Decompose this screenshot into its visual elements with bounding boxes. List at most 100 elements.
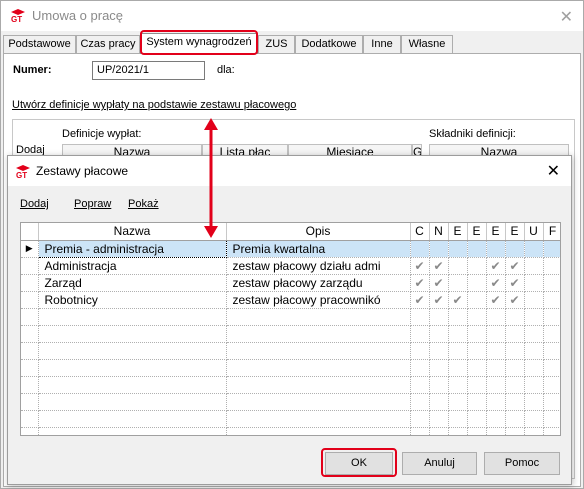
empty-cell: [21, 376, 39, 394]
check-icon[interactable]: ✔: [410, 274, 430, 292]
check-cell[interactable]: [429, 240, 449, 258]
cell-opis[interactable]: Premia kwartalna: [226, 240, 411, 258]
empty-cell: [505, 308, 525, 326]
empty-row: [21, 359, 560, 377]
empty-cell: [21, 359, 39, 377]
check-cell[interactable]: [543, 274, 560, 292]
check-icon[interactable]: ✔: [448, 291, 468, 309]
check-icon[interactable]: ✔: [486, 257, 506, 275]
pomoc-button[interactable]: Pomoc: [484, 452, 560, 475]
empty-cell: [486, 308, 506, 326]
col-f[interactable]: F: [543, 223, 560, 241]
tab-inne[interactable]: Inne: [363, 35, 401, 53]
empty-cell: [486, 410, 506, 428]
empty-row: [21, 410, 560, 428]
check-cell[interactable]: [467, 291, 487, 309]
empty-cell: [429, 359, 449, 377]
popraw-link[interactable]: Popraw: [74, 198, 111, 210]
empty-cell: [543, 410, 560, 428]
check-cell[interactable]: [524, 291, 544, 309]
check-icon[interactable]: ✔: [429, 274, 449, 292]
check-cell[interactable]: [524, 240, 544, 258]
check-icon[interactable]: ✔: [410, 257, 430, 275]
close-icon[interactable]: ✕: [547, 161, 560, 181]
table-row[interactable]: ▶ Premia - administracja Premia kwartalna: [21, 239, 560, 258]
empty-cell: [21, 325, 39, 343]
cell-nazwa[interactable]: Robotnicy: [38, 291, 227, 309]
check-cell[interactable]: [448, 274, 468, 292]
tab-podstawowe[interactable]: Podstawowe: [3, 35, 76, 53]
empty-row: [21, 342, 560, 360]
empty-cell: [226, 427, 411, 435]
tab-dodatkowe[interactable]: Dodatkowe: [295, 35, 363, 53]
check-cell[interactable]: [410, 240, 430, 258]
tab-wlasne[interactable]: Własne: [401, 35, 453, 53]
check-icon[interactable]: ✔: [505, 274, 525, 292]
create-definitions-link[interactable]: Utwórz definicje wypłaty na podstawie ze…: [12, 99, 296, 111]
col-n[interactable]: N: [429, 223, 449, 241]
close-icon[interactable]: ✕: [560, 7, 573, 27]
col-u[interactable]: U: [524, 223, 544, 241]
check-icon[interactable]: ✔: [505, 291, 525, 309]
table-row[interactable]: Administracja zestaw płacowy działu admi ✔…: [21, 257, 560, 275]
check-cell[interactable]: [524, 274, 544, 292]
anuluj-button[interactable]: Anuluj: [402, 452, 477, 475]
dla-label: dla:: [217, 64, 235, 76]
check-icon[interactable]: ✔: [429, 291, 449, 309]
check-cell[interactable]: [448, 240, 468, 258]
col-e2[interactable]: E: [467, 223, 487, 241]
check-icon[interactable]: ✔: [429, 257, 449, 275]
check-icon[interactable]: ✔: [486, 274, 506, 292]
numer-field[interactable]: UP/2021/1: [92, 61, 205, 80]
table-row[interactable]: Robotnicy zestaw płacowy pracownikó ✔ ✔ ✔ ✔ ✔: [21, 291, 560, 309]
cell-opis[interactable]: zestaw płacowy pracownikó: [226, 291, 411, 309]
check-cell[interactable]: [448, 257, 468, 275]
col-c[interactable]: C: [410, 223, 430, 241]
empty-cell: [410, 325, 430, 343]
cell-opis[interactable]: zestaw płacowy zarządu: [226, 274, 411, 292]
cell-opis[interactable]: zestaw płacowy działu admi: [226, 257, 411, 275]
check-cell[interactable]: [505, 240, 525, 258]
empty-cell: [524, 393, 544, 411]
empty-cell: [429, 342, 449, 360]
cell-nazwa[interactable]: Premia - administracja: [37, 239, 227, 258]
check-icon[interactable]: ✔: [486, 291, 506, 309]
check-cell[interactable]: [467, 240, 487, 258]
check-icon[interactable]: ✔: [410, 291, 430, 309]
check-cell[interactable]: [543, 240, 560, 258]
cell-nazwa[interactable]: Administracja: [38, 257, 227, 275]
empty-cell: [524, 359, 544, 377]
col-e3[interactable]: E: [486, 223, 506, 241]
empty-cell: [486, 342, 506, 360]
check-icon[interactable]: ✔: [505, 257, 525, 275]
check-cell[interactable]: [524, 257, 544, 275]
tab-czas-pracy[interactable]: Czas pracy: [76, 35, 140, 53]
tab-zus[interactable]: ZUS: [258, 35, 295, 53]
check-cell[interactable]: [543, 257, 560, 275]
col-opis[interactable]: Opis: [226, 223, 411, 241]
empty-cell: [486, 427, 506, 435]
check-cell[interactable]: [543, 291, 560, 309]
cell-nazwa[interactable]: Zarząd: [38, 274, 227, 292]
check-cell[interactable]: [467, 274, 487, 292]
empty-cell: [486, 359, 506, 377]
check-cell[interactable]: [486, 240, 506, 258]
pokaz-link[interactable]: Pokaż: [128, 198, 159, 210]
col-e1[interactable]: E: [448, 223, 468, 241]
empty-cell: [21, 427, 39, 435]
empty-cell: [543, 325, 560, 343]
empty-cell: [21, 308, 39, 326]
empty-cell: [410, 376, 430, 394]
empty-cell: [429, 427, 449, 435]
table-row[interactable]: Zarząd zestaw płacowy zarządu ✔ ✔ ✔ ✔: [21, 274, 560, 292]
empty-cell: [524, 410, 544, 428]
col-e4[interactable]: E: [505, 223, 525, 241]
col-nazwa[interactable]: Nazwa: [38, 223, 227, 241]
check-cell[interactable]: [467, 257, 487, 275]
empty-cell: [448, 342, 468, 360]
numer-label: Numer:: [13, 64, 52, 76]
empty-row: [21, 427, 560, 435]
empty-cell: [524, 342, 544, 360]
row-indicator: [21, 257, 39, 275]
dodaj-link[interactable]: Dodaj: [20, 198, 49, 210]
